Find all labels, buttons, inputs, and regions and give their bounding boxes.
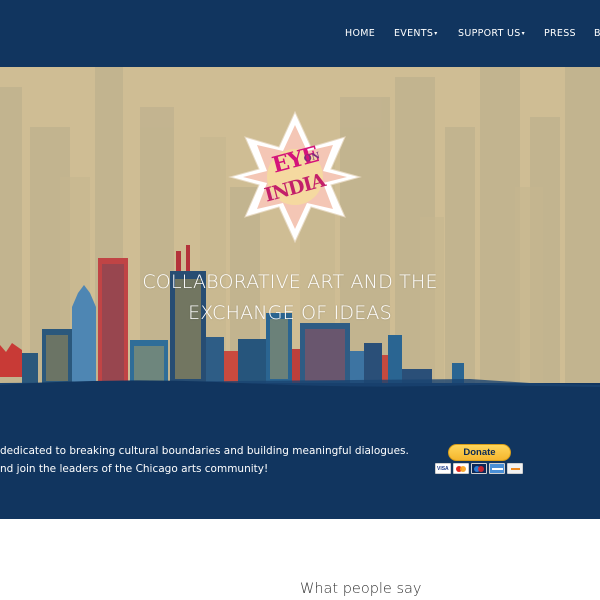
chicago-skyline-illustration: [0, 67, 600, 410]
logo-text-india: INDIA: [262, 169, 328, 207]
maestro-icon: [471, 463, 487, 474]
mission-text-line2: nd join the leaders of the Chicago arts …: [0, 463, 269, 475]
hero-section: EYE ON INDIA COLLABORATIVE ART AND THE E…: [0, 67, 600, 410]
chevron-down-icon: ▾: [434, 30, 438, 37]
hero-tagline-line1: COLLABORATIVE ART AND THE: [142, 271, 438, 293]
mission-text: dedicated to breaking cultural boundarie…: [0, 442, 409, 478]
nav-events-label: EVENTS: [394, 28, 434, 39]
nav-truncated-label: B: [594, 28, 600, 39]
nav-item-truncated[interactable]: B: [594, 28, 600, 39]
nav-events[interactable]: EVENTS▾: [394, 28, 438, 39]
discover-icon: [507, 463, 523, 474]
nav-home-label: HOME: [345, 28, 376, 39]
logo-text: EYE ON INDIA: [250, 137, 340, 237]
hero-tagline: COLLABORATIVE ART AND THE EXCHANGE OF ID…: [130, 267, 450, 329]
chevron-down-icon: ▾: [521, 30, 525, 37]
top-navbar: HOME EVENTS▾ SUPPORT US▾ PRESS B: [0, 0, 600, 67]
hero-tagline-line2: EXCHANGE OF IDEAS: [188, 302, 392, 324]
nav-press[interactable]: PRESS: [544, 28, 576, 39]
nav-home[interactable]: HOME: [345, 28, 375, 39]
mission-text-line1: dedicated to breaking cultural boundarie…: [0, 445, 409, 457]
amex-icon: [489, 463, 505, 474]
nav-support-label: SUPPORT US: [458, 28, 521, 39]
testimonials-title: What people say: [300, 581, 422, 597]
visa-icon: [435, 463, 451, 474]
payment-card-icons: [435, 463, 523, 475]
nav-press-label: PRESS: [544, 28, 576, 39]
mastercard-icon: [453, 463, 469, 474]
nav-support-us[interactable]: SUPPORT US▾: [458, 28, 525, 39]
donate-button[interactable]: Donate: [448, 444, 511, 461]
